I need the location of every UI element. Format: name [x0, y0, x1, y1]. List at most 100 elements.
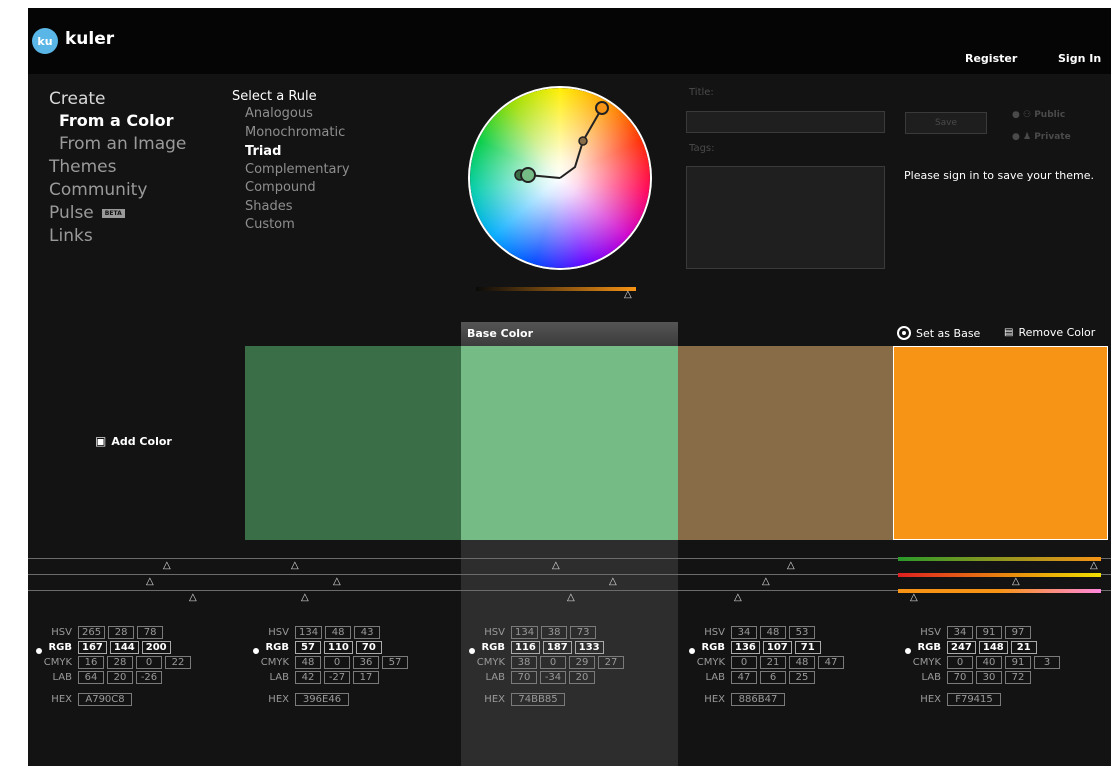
- slider-handle-icon[interactable]: △: [567, 593, 575, 603]
- rgb-value-input[interactable]: 133: [574, 641, 604, 654]
- sign-in-link[interactable]: Sign In: [1058, 52, 1101, 65]
- private-radio[interactable]: ● ♟ Private: [1012, 132, 1071, 142]
- cmyk-value-input[interactable]: 38: [511, 656, 537, 669]
- nav-from-a-color[interactable]: From a Color: [59, 111, 174, 130]
- brightness-handle-icon[interactable]: △: [624, 290, 632, 300]
- hsv-value-input[interactable]: 134: [511, 626, 539, 639]
- slider-handle-icon[interactable]: △: [291, 561, 299, 571]
- cmyk-value-input[interactable]: 48: [789, 656, 815, 669]
- lab-value-input[interactable]: 70: [947, 671, 973, 684]
- rule-compound[interactable]: Compound: [245, 180, 316, 195]
- lab-value-input[interactable]: 47: [731, 671, 757, 684]
- rgb-value-input[interactable]: 144: [109, 641, 139, 654]
- rgb-value-input[interactable]: 187: [542, 641, 572, 654]
- rule-custom[interactable]: Custom: [245, 217, 295, 232]
- hsv-value-input[interactable]: 48: [325, 626, 352, 639]
- cmyk-value-input[interactable]: 16: [78, 656, 104, 669]
- slider-handle-icon[interactable]: △: [146, 577, 154, 587]
- tags-input[interactable]: [686, 166, 885, 269]
- lab-value-input[interactable]: -34: [540, 671, 566, 684]
- remove-color-button[interactable]: ▤ Remove Color: [1004, 326, 1095, 339]
- lab-value-input[interactable]: 30: [976, 671, 1002, 684]
- cmyk-value-input[interactable]: 47: [818, 656, 844, 669]
- lab-value-input[interactable]: -27: [324, 671, 350, 684]
- hsv-value-input[interactable]: 134: [295, 626, 323, 639]
- hex-value-input[interactable]: 396E46: [295, 693, 349, 706]
- hsv-value-input[interactable]: 73: [570, 626, 597, 639]
- kuler-logo-icon[interactable]: ku: [32, 28, 58, 54]
- rule-monochromatic[interactable]: Monochromatic: [245, 125, 345, 140]
- slider-handle-icon[interactable]: △: [163, 561, 171, 571]
- hsv-value-input[interactable]: 53: [789, 626, 815, 639]
- slider-handle-icon[interactable]: △: [1090, 561, 1098, 571]
- cmyk-value-input[interactable]: 48: [295, 656, 321, 669]
- swatch-2-base[interactable]: [461, 346, 678, 540]
- lab-value-input[interactable]: 72: [1005, 671, 1031, 684]
- cmyk-value-input[interactable]: 0: [324, 656, 350, 669]
- rgb-value-input[interactable]: 136: [731, 641, 760, 654]
- slider-handle-icon[interactable]: △: [552, 561, 560, 571]
- cmyk-value-input[interactable]: 0: [947, 656, 973, 669]
- nav-themes[interactable]: Themes: [49, 157, 117, 177]
- slider-handle-icon[interactable]: △: [301, 593, 309, 603]
- hsv-value-input[interactable]: 43: [354, 626, 381, 639]
- cmyk-value-input[interactable]: 91: [1005, 656, 1031, 669]
- nav-from-an-image[interactable]: From an Image: [59, 134, 186, 154]
- marker-base-green[interactable]: [520, 167, 536, 183]
- hsv-value-input[interactable]: 28: [108, 626, 135, 639]
- nav-create[interactable]: Create: [49, 89, 106, 109]
- cmyk-value-input[interactable]: 21: [760, 656, 786, 669]
- lab-value-input[interactable]: 20: [107, 671, 133, 684]
- slider-handle-icon[interactable]: △: [609, 577, 617, 587]
- lab-value-input[interactable]: 70: [511, 671, 537, 684]
- nav-pulse[interactable]: Pulse BETA: [49, 203, 125, 223]
- lab-value-input[interactable]: -26: [136, 671, 162, 684]
- nav-links[interactable]: Links: [49, 226, 93, 246]
- save-button[interactable]: Save: [905, 112, 987, 134]
- register-link[interactable]: Register: [965, 52, 1017, 65]
- hex-value-input[interactable]: F79415: [947, 693, 1001, 706]
- hex-value-input[interactable]: 886B47: [731, 693, 785, 706]
- slider-handle-icon[interactable]: △: [1012, 577, 1020, 587]
- wheel-markers[interactable]: [468, 86, 652, 270]
- cmyk-value-input[interactable]: 40: [976, 656, 1002, 669]
- cmyk-value-input[interactable]: 36: [353, 656, 379, 669]
- rule-analogous[interactable]: Analogous: [245, 106, 313, 121]
- cmyk-value-input[interactable]: 0: [540, 656, 566, 669]
- rule-complementary[interactable]: Complementary: [245, 162, 350, 177]
- cmyk-value-input[interactable]: 29: [569, 656, 595, 669]
- rgb-value-input[interactable]: 116: [511, 641, 540, 654]
- public-radio[interactable]: ● ⚇ Public: [1012, 110, 1065, 120]
- rgb-value-input[interactable]: 167: [78, 641, 107, 654]
- hex-value-input[interactable]: A790C8: [78, 693, 132, 706]
- rgb-value-input[interactable]: 57: [295, 641, 321, 654]
- slider-handle-icon[interactable]: △: [787, 561, 795, 571]
- title-input[interactable]: [686, 111, 885, 133]
- rule-shades[interactable]: Shades: [245, 199, 292, 214]
- rgb-value-input[interactable]: 148: [978, 641, 1008, 654]
- slider-handle-icon[interactable]: △: [333, 577, 341, 587]
- brightness-bar[interactable]: [898, 589, 1101, 593]
- hsv-value-input[interactable]: 265: [78, 626, 106, 639]
- marker-brown[interactable]: [578, 136, 588, 146]
- rgb-value-input[interactable]: 247: [947, 641, 976, 654]
- rule-triad[interactable]: Triad: [245, 144, 281, 159]
- slider-handle-icon[interactable]: △: [734, 593, 742, 603]
- cmyk-value-input[interactable]: 0: [136, 656, 162, 669]
- lab-value-input[interactable]: 25: [789, 671, 815, 684]
- hsv-value-input[interactable]: 97: [1005, 626, 1031, 639]
- marker-orange[interactable]: [595, 101, 609, 115]
- hsv-value-input[interactable]: 91: [976, 626, 1002, 639]
- add-color-button[interactable]: ▣ Add Color: [95, 434, 172, 448]
- hue-bar[interactable]: [898, 557, 1101, 561]
- lab-value-input[interactable]: 6: [760, 671, 786, 684]
- cmyk-value-input[interactable]: 27: [598, 656, 624, 669]
- rgb-value-input[interactable]: 107: [762, 641, 792, 654]
- set-as-base-button[interactable]: Set as Base: [897, 326, 980, 340]
- saturation-bar[interactable]: [898, 573, 1101, 577]
- hex-value-input[interactable]: 74BB85: [511, 693, 565, 706]
- swatch-1[interactable]: [245, 346, 461, 540]
- app-title[interactable]: kuler: [65, 29, 114, 49]
- cmyk-value-input[interactable]: 3: [1034, 656, 1060, 669]
- swatch-4-selected[interactable]: [893, 346, 1108, 540]
